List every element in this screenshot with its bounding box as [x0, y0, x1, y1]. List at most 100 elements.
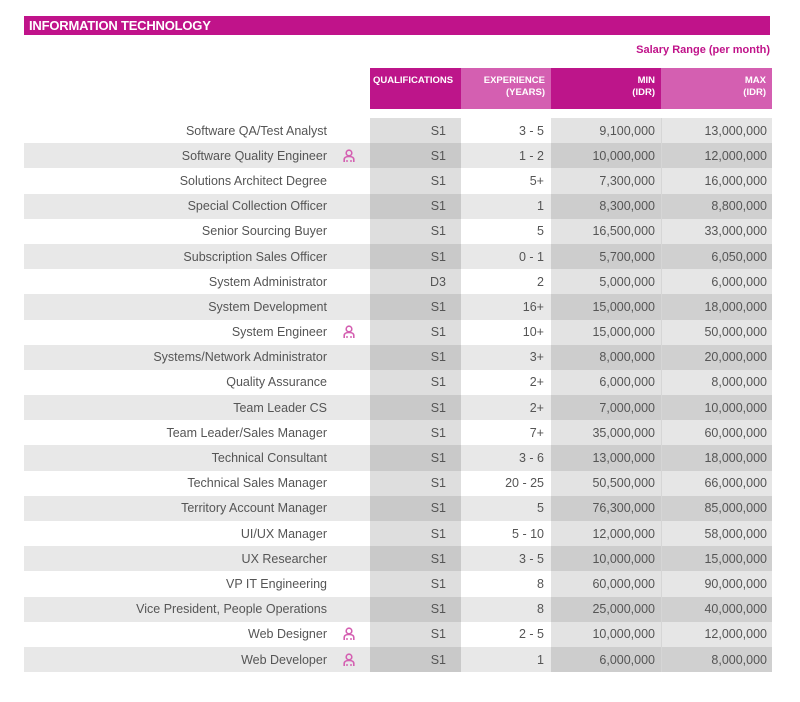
table-row: Web Designer S1 2 - 5 10,000,000 12,000,…: [24, 621, 772, 647]
job-title: UX Researcher: [241, 551, 327, 566]
qualification-cell: S1: [370, 369, 461, 396]
table-row: System Administrator D3 2 5,000,000 6,00…: [24, 269, 772, 295]
table-row: System Development S1 16+ 15,000,000 18,…: [24, 294, 772, 320]
table-row: Software Quality Engineer S1 1 - 2 10,00…: [24, 143, 772, 169]
min-salary-cell: 10,000,000: [551, 143, 661, 169]
icon-cell: [327, 219, 370, 244]
header-qualifications: QUALIFICATIONS: [370, 68, 461, 109]
min-salary-cell: 35,000,000: [551, 420, 661, 446]
min-salary-cell: 10,000,000: [551, 546, 661, 572]
table-row: Systems/Network Administrator S1 3+ 8,00…: [24, 344, 772, 370]
job-title: Senior Sourcing Buyer: [201, 224, 327, 239]
icon-cell: [327, 345, 370, 370]
min-salary-cell: 6,000,000: [551, 369, 661, 396]
max-salary-cell: 40,000,000: [661, 596, 772, 622]
max-salary-cell: 12,000,000: [661, 621, 772, 647]
min-salary-cell: 9,100,000: [551, 118, 661, 144]
header-min-label: MIN: [637, 75, 655, 86]
header-experience-unit: (YEARS): [505, 87, 545, 98]
table-row: Team Leader/Sales Manager S1 7+ 35,000,0…: [24, 420, 772, 446]
qualification-cell: S1: [370, 420, 461, 446]
min-salary-cell: 6,000,000: [551, 646, 661, 673]
table-row: Web Developer S1 1 6,000,000 8,000,000: [24, 646, 772, 673]
experience-cell: 8: [461, 596, 551, 622]
max-salary-cell: 12,000,000: [661, 143, 772, 169]
icon-cell: [327, 420, 370, 445]
qualification-cell: S1: [370, 621, 461, 647]
icon-cell: [327, 118, 370, 143]
job-title: System Development: [208, 299, 327, 314]
experience-cell: 3 - 6: [461, 445, 551, 471]
icon-cell: [327, 320, 370, 345]
job-title: UI/UX Manager: [240, 526, 327, 541]
experience-cell: 3+: [461, 344, 551, 370]
min-salary-cell: 50,500,000: [551, 470, 661, 496]
min-salary-cell: 8,300,000: [551, 193, 661, 219]
qualification-cell: S1: [370, 596, 461, 622]
header-experience: EXPERIENCE (YEARS): [461, 68, 551, 109]
icon-cell: [327, 445, 370, 470]
qualification-cell: S1: [370, 571, 461, 597]
header-qualifications-label: QUALIFICATIONS: [373, 75, 454, 86]
experience-cell: 1: [461, 193, 551, 219]
job-title: Web Developer: [241, 652, 327, 667]
max-salary-cell: 8,000,000: [661, 369, 772, 396]
header-max-unit: (IDR): [743, 87, 766, 98]
experience-cell: 8: [461, 571, 551, 597]
section-title: INFORMATION TECHNOLOGY: [24, 16, 770, 35]
table-row: Solutions Architect Degree S1 5+ 7,300,0…: [24, 168, 772, 194]
min-salary-cell: 5,700,000: [551, 243, 661, 270]
max-salary-cell: 18,000,000: [661, 294, 772, 320]
max-salary-cell: 90,000,000: [661, 571, 772, 597]
job-title: Technical Consultant: [211, 451, 327, 466]
job-title: Subscription Sales Officer: [183, 249, 327, 264]
salary-range-label: Salary Range (per month): [636, 44, 770, 56]
max-salary-cell: 58,000,000: [661, 521, 772, 547]
job-title: Territory Account Manager: [181, 501, 327, 516]
job-title: System Administrator: [208, 274, 327, 289]
icon-cell: [327, 143, 370, 168]
min-salary-cell: 8,000,000: [551, 344, 661, 370]
qualification-cell: S1: [370, 294, 461, 320]
experience-cell: 2+: [461, 395, 551, 421]
qualification-cell: S1: [370, 319, 461, 345]
min-salary-cell: 12,000,000: [551, 521, 661, 547]
max-salary-cell: 16,000,000: [661, 168, 772, 194]
qualification-cell: S1: [370, 168, 461, 194]
qualification-cell: S1: [370, 193, 461, 219]
experience-cell: 2: [461, 269, 551, 295]
qualification-cell: S1: [370, 218, 461, 244]
max-salary-cell: 18,000,000: [661, 445, 772, 471]
qualification-cell: S1: [370, 470, 461, 496]
icon-cell: [327, 269, 370, 294]
max-salary-cell: 6,000,000: [661, 269, 772, 295]
max-salary-cell: 33,000,000: [661, 218, 772, 244]
icon-cell: [327, 571, 370, 596]
icon-cell: [327, 622, 370, 647]
max-salary-cell: 15,000,000: [661, 546, 772, 572]
job-title: Systems/Network Administrator: [153, 350, 327, 365]
person-icon: [342, 325, 355, 339]
max-salary-cell: 50,000,000: [661, 319, 772, 345]
header-max: MAX (IDR): [661, 68, 772, 109]
experience-cell: 5+: [461, 168, 551, 194]
icon-cell: [327, 471, 370, 496]
table-row: Territory Account Manager S1 5 76,300,00…: [24, 495, 772, 521]
experience-cell: 16+: [461, 294, 551, 320]
experience-cell: 2+: [461, 369, 551, 396]
qualification-cell: S1: [370, 521, 461, 547]
table-row: Senior Sourcing Buyer S1 5 16,500,000 33…: [24, 218, 772, 244]
header-max-label: MAX: [744, 75, 766, 86]
job-title: Team Leader CS: [233, 400, 327, 415]
max-salary-cell: 8,000,000: [661, 646, 772, 673]
job-title: Technical Sales Manager: [187, 476, 327, 491]
header-experience-label: EXPERIENCE: [483, 75, 545, 86]
job-title: Web Designer: [248, 627, 327, 642]
qualification-cell: S1: [370, 445, 461, 471]
icon-cell: [327, 496, 370, 521]
experience-cell: 5 - 10: [461, 521, 551, 547]
table-row: Special Collection Officer S1 1 8,300,00…: [24, 193, 772, 219]
qualification-cell: S1: [370, 646, 461, 673]
experience-cell: 3 - 5: [461, 546, 551, 572]
experience-cell: 2 - 5: [461, 621, 551, 647]
